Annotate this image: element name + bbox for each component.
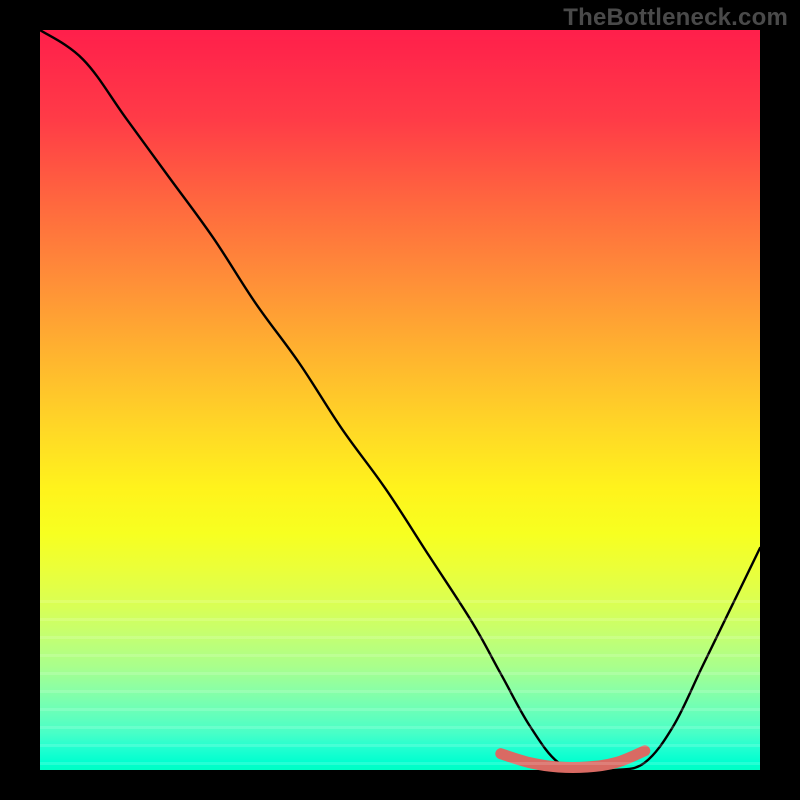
watermark-text: TheBottleneck.com [563, 4, 788, 32]
curve-layer [40, 30, 760, 770]
bottleneck-curve-path [40, 30, 760, 771]
chart-frame: TheBottleneck.com [0, 0, 800, 800]
optimal-highlight-path [501, 751, 645, 768]
plot-area [40, 30, 760, 770]
